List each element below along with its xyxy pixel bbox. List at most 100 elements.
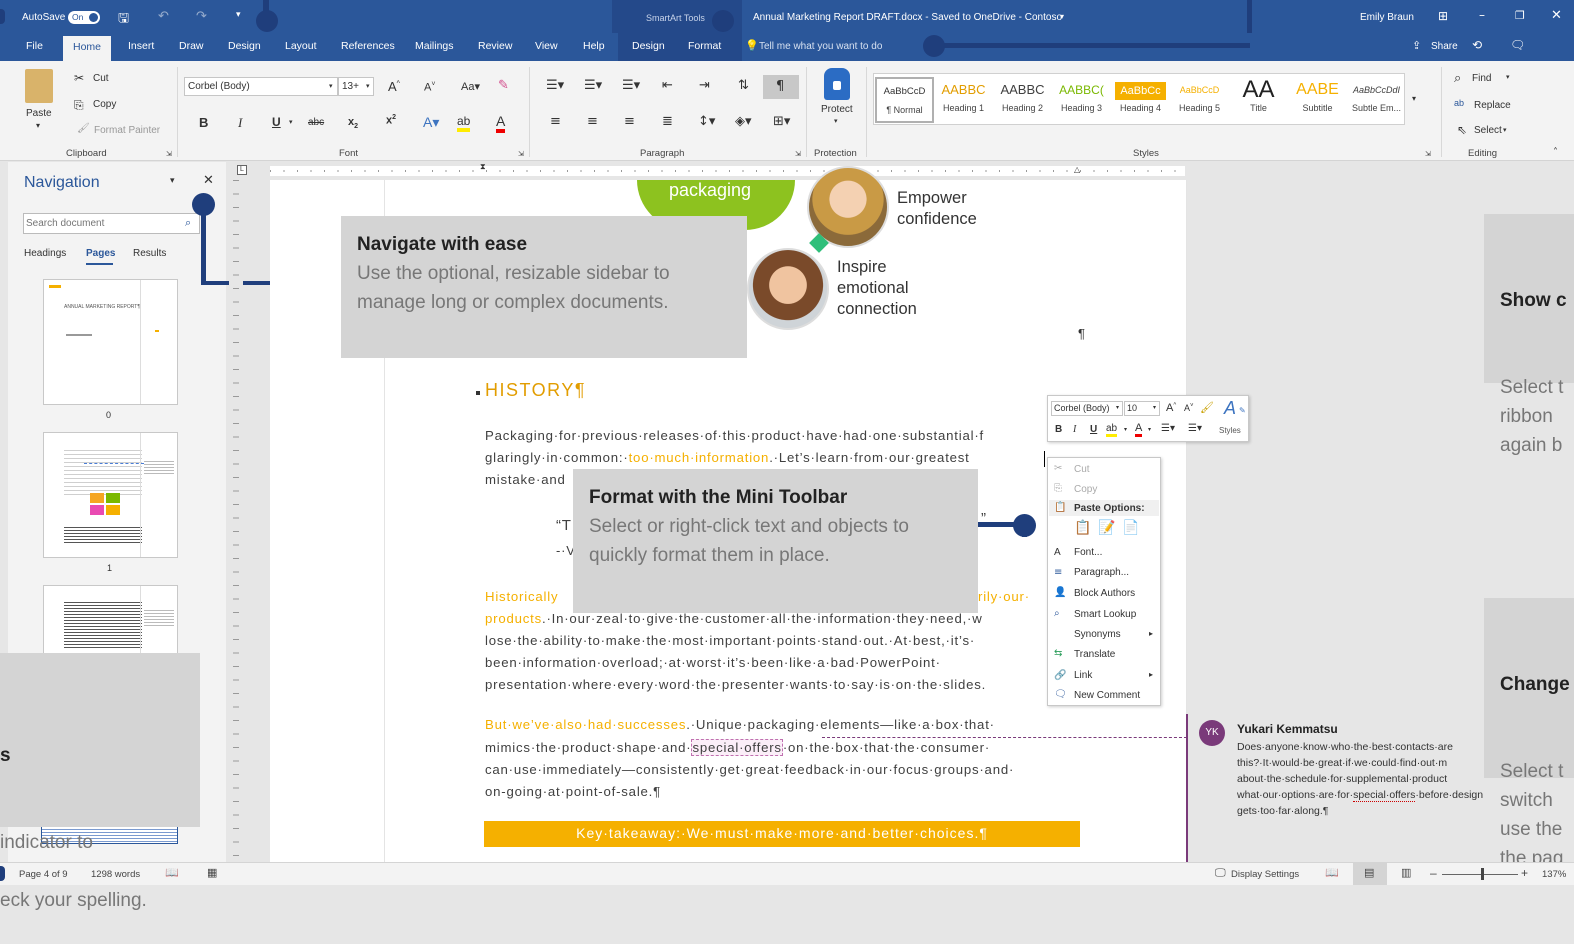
macro-icon[interactable]: ▦ (207, 866, 217, 879)
share-icon[interactable]: ⇪ (1412, 39, 1421, 52)
tab-selector-icon[interactable]: L (237, 165, 247, 175)
nav-options-icon[interactable]: ▾ (170, 176, 175, 186)
borders-icon[interactable]: ⊞▾ (773, 114, 790, 129)
paragraph-line[interactable]: rily·our· (978, 589, 1030, 604)
line-spacing-icon[interactable]: ↕▾ (698, 114, 715, 129)
print-layout-button[interactable]: ▤ (1353, 863, 1387, 885)
clear-formatting-icon[interactable]: ✎ (498, 78, 509, 93)
mini-highlight-icon[interactable]: ab (1106, 423, 1118, 437)
paragraph-launcher-icon[interactable]: ⇲ (795, 150, 801, 158)
mini-grow-font-icon[interactable]: A^ (1166, 402, 1176, 414)
bullets-icon[interactable]: ☰▾ (546, 78, 564, 93)
web-layout-icon[interactable]: ▥ (1401, 866, 1411, 879)
bold-icon[interactable]: B (199, 115, 208, 130)
search-document-field[interactable]: ⌕ (23, 213, 200, 234)
customize-qat-icon[interactable]: ▾ (236, 10, 241, 20)
align-right-icon[interactable]: ≡ (624, 114, 635, 129)
grow-font-icon[interactable]: A^ (388, 79, 400, 94)
tab-help[interactable]: Help (583, 40, 605, 52)
clipboard-launcher-icon[interactable]: ⇲ (166, 150, 172, 158)
title-dropdown-icon[interactable]: ▾ (1060, 12, 1064, 21)
key-takeaway-banner[interactable]: Key·takeaway:·We·must·make·more·and·bett… (484, 821, 1080, 847)
quote-line[interactable]: “T (556, 517, 572, 534)
user-name[interactable]: Emily Braun (1360, 12, 1414, 23)
underline-dropdown-icon[interactable]: ▾ (289, 118, 293, 126)
context-item-smart-lookup[interactable]: Smart Lookup (1074, 609, 1136, 620)
subscript-icon[interactable]: x2 (348, 116, 358, 130)
ribbon-display-icon[interactable]: ⊞ (1438, 9, 1448, 23)
mini-bold-icon[interactable]: B (1055, 424, 1062, 435)
paragraph-line[interactable]: Packaging·for·previous·releases·of·this·… (485, 428, 984, 443)
tell-me-box[interactable]: Tell me what you want to do (759, 41, 882, 52)
mini-size-dropdown[interactable]: 10 ▾ (1124, 401, 1160, 416)
paragraph-line[interactable]: products.·In·our·zeal·to·give·the·custom… (485, 611, 983, 626)
smartart-text[interactable]: Empower confidence (897, 188, 977, 230)
paragraph-line[interactable]: Historically (485, 589, 558, 604)
paragraph-line[interactable]: lose·the·ability·to·make·the·most·import… (485, 633, 975, 648)
shrink-font-icon[interactable]: A˅ (424, 81, 435, 94)
paragraph-line[interactable]: glaringly·in·common:·too·much·informatio… (485, 450, 970, 465)
tab-design[interactable]: Design (228, 40, 261, 52)
mini-italic-icon[interactable]: I (1073, 424, 1076, 435)
page-thumbnail[interactable] (43, 432, 178, 558)
styles-more-icon[interactable]: ▾ (1412, 94, 1416, 103)
nav-tab-results[interactable]: Results (133, 248, 166, 259)
display-settings-button[interactable]: Display Settings (1231, 869, 1299, 880)
paragraph-line[interactable]: can·use·immediately—consistently·get·gre… (485, 762, 1014, 777)
nav-tab-pages[interactable]: Pages (86, 248, 115, 259)
proofing-icon[interactable]: 📖 (165, 866, 179, 879)
right-indent-marker-icon[interactable]: △ (1074, 165, 1080, 174)
section-heading[interactable]: HISTORY¶ (485, 380, 586, 401)
nav-tab-headings[interactable]: Headings (24, 248, 66, 259)
style-heading-5[interactable]: AaBbCcD Heading 5 (1170, 77, 1229, 123)
paste-text-only-icon[interactable]: 📄 (1122, 520, 1139, 536)
styles-launcher-icon[interactable]: ⇲ (1425, 150, 1431, 158)
page-thumbnail[interactable] (43, 585, 178, 656)
smartart-photo-girl[interactable] (747, 248, 829, 330)
tab-view[interactable]: View (535, 40, 558, 52)
zoom-out-button[interactable]: – (1430, 866, 1437, 880)
context-item-copy[interactable]: Copy (1074, 484, 1097, 495)
font-name-dropdown[interactable]: Corbel (Body) ▾ (184, 77, 338, 96)
select-button[interactable]: Select (1474, 125, 1502, 136)
close-icon[interactable]: ✕ (1551, 8, 1562, 23)
tab-smartart-design[interactable]: Design (632, 40, 665, 52)
justify-icon[interactable]: ≣ (662, 114, 673, 129)
paste-icon[interactable] (25, 69, 53, 103)
style-heading-4[interactable]: AaBbCc Heading 4 (1111, 77, 1170, 123)
cut-icon[interactable]: ✂ (74, 71, 84, 85)
paragraph-line[interactable]: been·information·overload;·at·worst·it’s… (485, 655, 941, 670)
align-left-icon[interactable]: ≡ (550, 114, 561, 129)
tab-mailings[interactable]: Mailings (415, 40, 454, 52)
nav-close-icon[interactable]: ✕ (203, 173, 214, 188)
protect-icon[interactable] (824, 68, 850, 100)
context-item-synonyms[interactable]: Synonyms (1074, 629, 1121, 640)
increase-indent-icon[interactable]: ⇥ (699, 78, 710, 93)
comment-body[interactable]: Does·anyone·know·who·the·best·contacts·a… (1237, 739, 1484, 821)
zoom-in-button[interactable]: + (1521, 866, 1528, 880)
shading-icon[interactable]: ◈▾ (735, 114, 752, 129)
copy-button[interactable]: Copy (93, 99, 116, 110)
style-normal[interactable]: AaBbCcD ¶ Normal (875, 77, 934, 123)
font-color-icon[interactable]: A (496, 113, 506, 133)
superscript-icon[interactable]: x2 (386, 114, 396, 127)
mini-underline-icon[interactable]: U (1090, 424, 1097, 435)
mini-styles-brush-icon[interactable]: ✎ (1239, 406, 1246, 415)
chevron-down-icon[interactable]: ▾ (1124, 426, 1127, 433)
find-button[interactable]: Find (1472, 73, 1491, 84)
style-heading-1[interactable]: AABBC Heading 1 (934, 77, 993, 123)
collapse-ribbon-icon[interactable]: ˄ (1553, 147, 1558, 158)
format-painter-button[interactable]: Format Painter (94, 125, 160, 136)
find-dropdown-icon[interactable]: ▾ (1506, 73, 1510, 81)
tab-review[interactable]: Review (478, 40, 512, 52)
find-icon[interactable]: ⌕ (1454, 71, 1461, 86)
replace-button[interactable]: Replace (1474, 100, 1511, 111)
tab-smartart-format[interactable]: Format (688, 40, 721, 52)
highlight-color-icon[interactable]: ab (457, 114, 471, 132)
vertical-ruler[interactable] (229, 180, 243, 862)
cut-button[interactable]: Cut (93, 73, 109, 84)
zoom-slider-track[interactable] (1442, 874, 1518, 875)
strikethrough-icon[interactable]: abc (308, 117, 324, 128)
paste-button[interactable]: Paste (26, 108, 52, 119)
indent-marker-icon[interactable]: ⧗ (480, 162, 486, 172)
